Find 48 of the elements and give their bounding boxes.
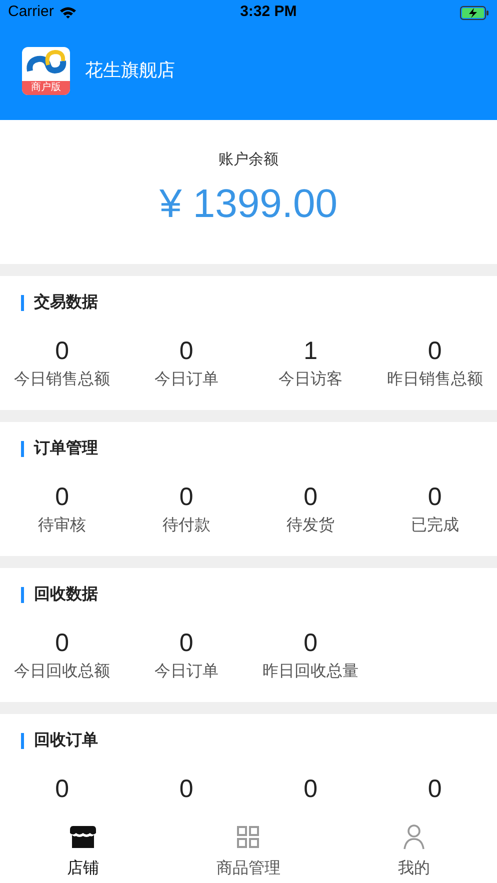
stat-label: 今日订单 [154,370,218,390]
stat-label: 昨日销售总额 [386,370,483,390]
battery-icon [460,6,489,20]
person-icon [403,824,426,850]
stat-value: 0 [179,628,194,658]
carrier-text: Carrier [8,2,54,22]
stat-value: 0 [55,482,70,512]
section-title: 交易数据 [34,292,98,313]
stat-value: 0 [55,774,70,804]
stat-label: 待付款 [162,516,210,536]
accent-bar [21,587,24,603]
stat-value: 0 [55,628,70,658]
stat-label: 今日订单 [154,662,218,682]
stat-value: 0 [304,628,318,658]
stat-label: 今日回收总额 [14,662,110,682]
stat-value: 0 [179,336,194,366]
stat-value: 0 [428,774,442,804]
stat-value: 0 [179,774,194,804]
stat-value: 0 [304,774,318,804]
stat-value: 1 [304,336,318,366]
stat-value: 0 [428,482,442,512]
stat-label: 待发货 [286,516,335,536]
store-name: 花生旗舰店 [85,59,175,82]
stat-label: 今日销售总额 [14,370,110,390]
balance-label: 账户余额 [218,150,278,170]
logo-badge: 商户版 [22,80,70,94]
stat-value: 0 [179,482,194,512]
grid-icon [236,825,260,849]
accent-bar [21,733,24,749]
storefront-icon [68,824,97,850]
stat-label: 待审核 [38,516,86,536]
section-title: 回收数据 [34,584,98,605]
wifi-icon [58,6,77,19]
tab-item[interactable]: 商品管理 [166,815,332,883]
stat-label: 昨日回收总量 [262,662,359,682]
tab-item[interactable]: 店铺 [0,815,166,883]
stat-label: 今日访客 [278,370,343,390]
tab-item[interactable]: 我的 [331,815,497,883]
stat-label: 已完成 [410,516,459,536]
accent-bar [21,295,24,311]
section-title: 订单管理 [34,438,98,459]
stat-value: 0 [428,336,442,366]
clock-text: 3:32 PM [240,2,297,22]
stat-value: 0 [304,482,318,512]
balance-amount: ¥ 1399.00 [160,180,338,228]
section-title: 回收订单 [34,730,98,751]
accent-bar [21,441,24,457]
stat-value: 0 [55,336,70,366]
